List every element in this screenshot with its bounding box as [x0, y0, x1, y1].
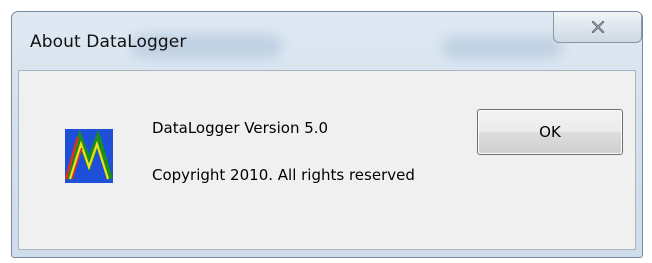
- dialog-content: DataLogger Version 5.0 Copyright 2010. A…: [18, 70, 636, 250]
- title-bar[interactable]: About DataLogger: [12, 12, 642, 70]
- close-button[interactable]: [553, 12, 642, 43]
- ok-button[interactable]: OK: [477, 109, 623, 155]
- datalogger-logo-icon: [64, 129, 113, 183]
- copyright-label: Copyright 2010. All rights reserved: [152, 166, 415, 184]
- version-label: DataLogger Version 5.0: [152, 119, 329, 137]
- about-dialog: About DataLogger DataLogger Version 5.0 …: [11, 11, 643, 258]
- window-title: About DataLogger: [30, 32, 187, 52]
- close-icon: [591, 20, 605, 33]
